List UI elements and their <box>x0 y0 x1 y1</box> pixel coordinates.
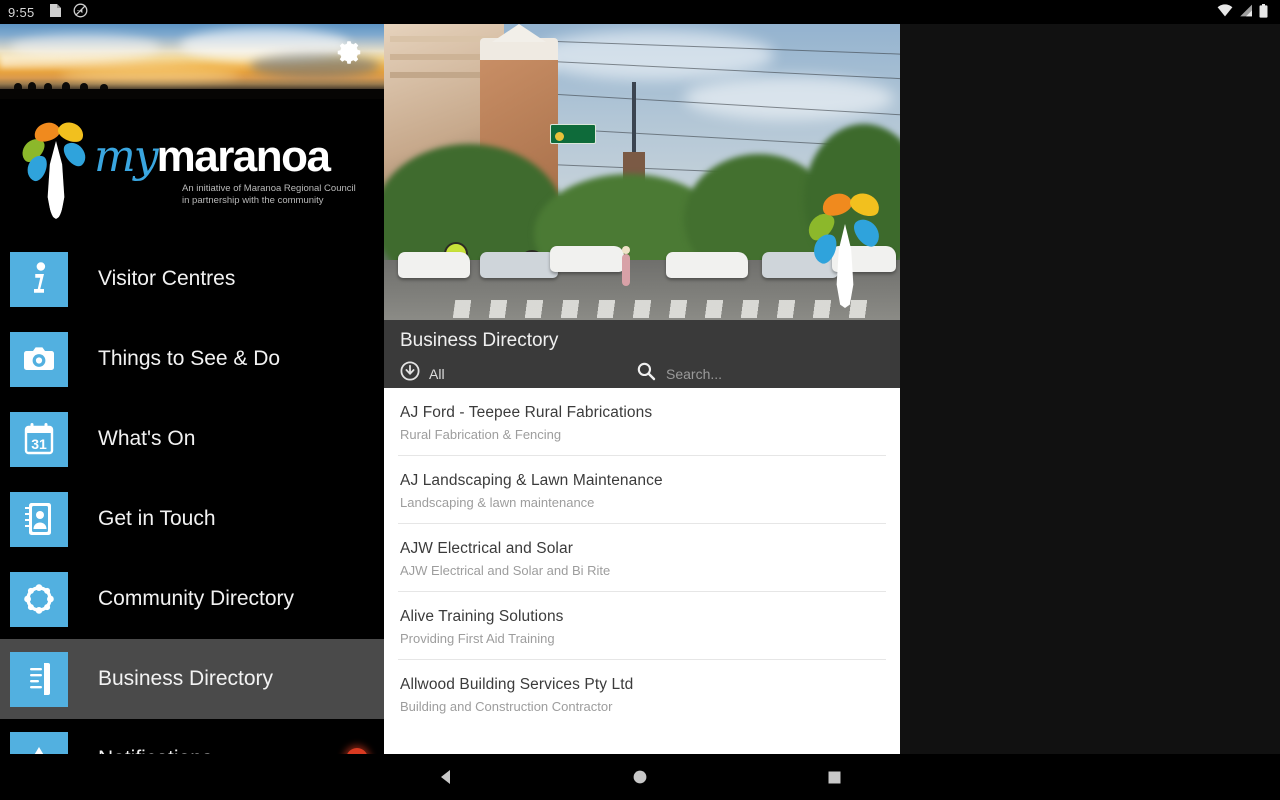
business-list[interactable]: AJ Ford - Teepee Rural Fabrications Rura… <box>384 388 900 754</box>
business-name: AJ Landscaping & Lawn Maintenance <box>400 472 663 489</box>
filter-label: All <box>429 365 445 382</box>
business-description: Providing First Aid Training <box>400 631 555 646</box>
calendar-31-icon: 31 <box>10 411 68 467</box>
drawer-menu: Visitor Centres Things to See & Do 31 Wh… <box>0 239 384 754</box>
status-left-icons <box>49 3 88 21</box>
svg-text:31: 31 <box>31 436 47 452</box>
sidebar-item-community-directory[interactable]: Community Directory <box>0 559 384 639</box>
notification-alert-icon <box>10 731 68 754</box>
sidebar-item-label: What's On <box>98 427 196 450</box>
logo-word-my: my <box>94 131 159 182</box>
sidebar-item-notifications[interactable]: Notifications <box>0 719 384 754</box>
content-panel: Business Directory All Search... AJ Ford… <box>384 24 900 754</box>
business-name: AJ Ford - Teepee Rural Fabrications <box>400 404 653 421</box>
app-screen: mymaranoa An initiative of Maranoa Regio… <box>0 24 1280 754</box>
app-logo: mymaranoa An initiative of Maranoa Regio… <box>0 99 384 239</box>
search-placeholder: Search... <box>666 365 723 382</box>
list-item[interactable]: Allwood Building Services Pty Ltd Buildi… <box>398 660 886 727</box>
system-navigation-bar <box>0 754 1280 800</box>
status-clock: 9:55 <box>8 4 35 20</box>
circle-down-arrow-icon <box>400 361 420 386</box>
hero-image <box>384 24 900 320</box>
status-right-icons <box>1217 3 1272 21</box>
battery-icon <box>1259 3 1268 21</box>
panel-toolbar: All Search... <box>400 361 884 386</box>
sidebar-item-label: Get in Touch <box>98 507 216 530</box>
status-bar: 9:55 <box>0 0 1280 24</box>
logo-word-maranoa: maranoa <box>156 132 331 181</box>
filter-all-button[interactable]: All <box>400 361 636 386</box>
camera-icon <box>10 331 68 387</box>
info-icon <box>10 251 68 307</box>
notebook-icon <box>10 651 68 707</box>
list-item[interactable]: Alive Training Solutions Providing First… <box>398 592 886 660</box>
business-name: AJW Electrical and Solar <box>400 540 573 557</box>
business-description: Rural Fabrication & Fencing <box>400 427 562 442</box>
wifi-icon <box>1217 4 1233 20</box>
business-description: Building and Construction Contractor <box>400 699 613 714</box>
business-name: Allwood Building Services Pty Ltd <box>400 676 634 693</box>
gear-icon[interactable] <box>332 38 366 72</box>
street-sign <box>550 124 596 144</box>
pedestrian <box>622 246 630 286</box>
sidebar-item-get-in-touch[interactable]: Get in Touch <box>0 479 384 559</box>
sidebar-item-label: Visitor Centres <box>98 267 236 290</box>
sidebar-item-whats-on[interactable]: 31 What's On <box>0 399 384 479</box>
community-circle-icon <box>10 571 68 627</box>
business-description: Landscaping & lawn maintenance <box>400 495 595 510</box>
logo-tagline-line2: in partnership with the community <box>182 195 324 206</box>
business-description: AJW Electrical and Solar and Bi Rite <box>400 563 611 578</box>
leaf-drop-logo-mark <box>17 115 92 223</box>
navigation-drawer: mymaranoa An initiative of Maranoa Regio… <box>0 24 384 754</box>
search-input[interactable]: Search... <box>636 361 884 386</box>
sim-card-icon <box>49 3 62 21</box>
sidebar-item-visitor-centres[interactable]: Visitor Centres <box>0 239 384 319</box>
home-circle-icon[interactable] <box>623 760 657 794</box>
back-triangle-icon[interactable] <box>429 760 463 794</box>
panel-header: Business Directory All Search... <box>384 320 900 388</box>
sidebar-item-label: Things to See & Do <box>98 347 281 370</box>
sidebar-item-label: Community Directory <box>98 587 295 610</box>
contact-book-icon <box>10 491 68 547</box>
page-title: Business Directory <box>400 330 559 351</box>
business-name: Alive Training Solutions <box>400 608 564 625</box>
sidebar-item-label: Business Directory <box>98 667 274 690</box>
recents-square-icon[interactable] <box>817 760 851 794</box>
mymaranoa-leaf-logo <box>803 188 885 308</box>
list-item[interactable]: AJ Ford - Teepee Rural Fabrications Rura… <box>398 388 886 456</box>
sidebar-item-label: Notifications <box>98 747 212 754</box>
drawer-banner-image <box>0 24 384 99</box>
search-icon <box>636 361 656 386</box>
list-item[interactable]: AJ Landscaping & Lawn Maintenance Landsc… <box>398 456 886 524</box>
sidebar-item-business-directory[interactable]: Business Directory <box>0 639 384 719</box>
logo-tagline-line1: An initiative of Maranoa Regional Counci… <box>182 183 356 194</box>
logo-wordmark: mymaranoa An initiative of Maranoa Regio… <box>94 131 356 207</box>
list-item[interactable]: AJW Electrical and Solar AJW Electrical … <box>398 524 886 592</box>
cellular-signal-icon <box>1239 4 1253 20</box>
sidebar-item-things-to-see-and-do[interactable]: Things to See & Do <box>0 319 384 399</box>
no-sound-icon <box>73 3 88 21</box>
